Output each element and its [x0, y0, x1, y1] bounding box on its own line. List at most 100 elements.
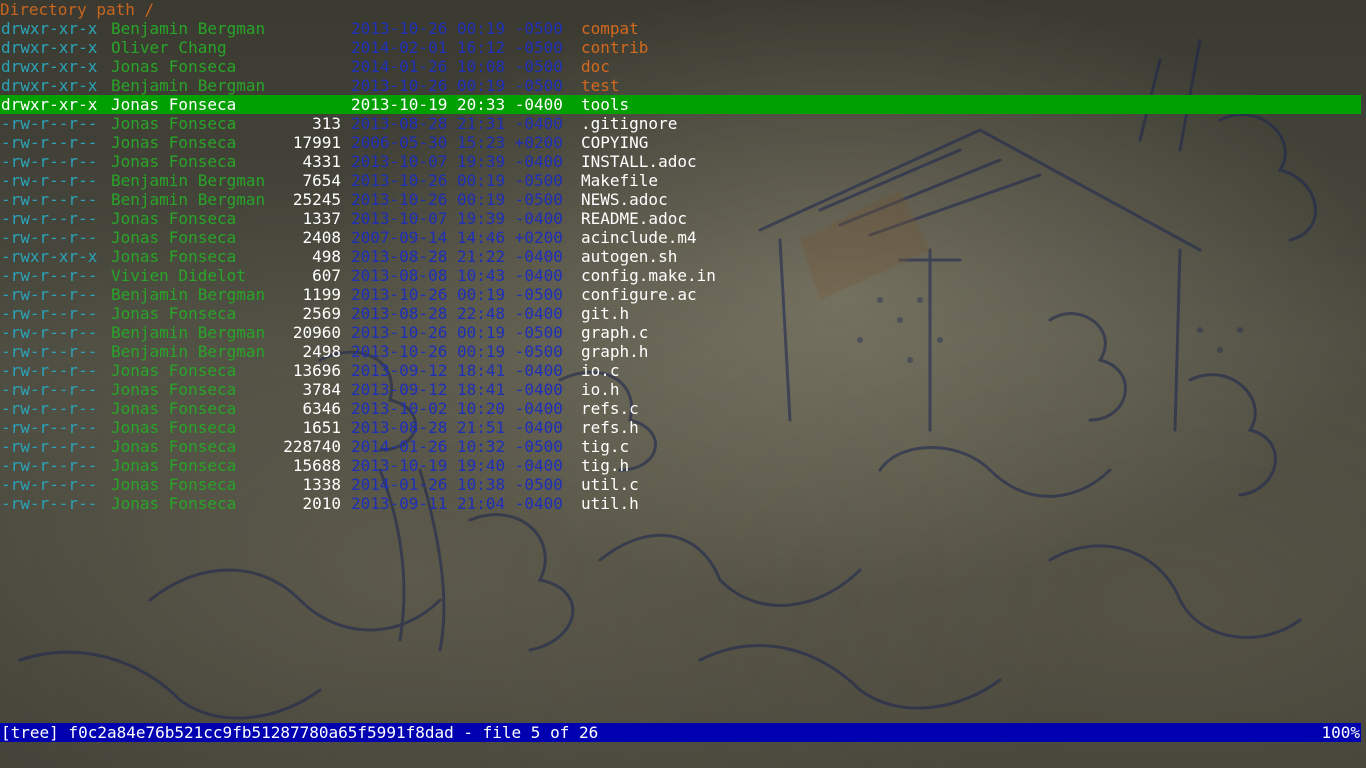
file-name: refs.h [581, 418, 639, 437]
file-author: Oliver Chang [111, 38, 227, 57]
file-date: 2014-01-26 10:08 -0500 [351, 57, 563, 76]
file-mode: -rw-r--r-- [1, 380, 98, 399]
tree-entry-row[interactable]: drwxr-xr-x Benjamin Bergman 2013-10-26 00:… [0, 19, 1361, 38]
file-author: Jonas Fonseca [111, 304, 237, 323]
file-name: io.c [581, 361, 620, 380]
file-name: Makefile [581, 171, 659, 190]
tree-entry-row[interactable]: drwxr-xr-x Jonas Fonseca 2014-01-26 10:08 … [0, 57, 1361, 76]
tree-entry-row[interactable]: -rw-r--r-- Jonas Fonseca 3784 2013-09-12 18… [0, 380, 1361, 399]
file-date: 2013-10-26 00:19 -0500 [351, 190, 563, 209]
file-name: test [581, 76, 620, 95]
file-author: Jonas Fonseca [111, 247, 237, 266]
file-mode: -rw-r--r-- [1, 133, 98, 152]
file-name: autogen.sh [581, 247, 678, 266]
status-tree-info: [tree] f0c2a84e76b521cc9fb51287780a65f59… [1, 723, 599, 742]
tree-entry-row[interactable]: -rw-r--r-- Jonas Fonseca 2569 2013-08-28 22… [0, 304, 1361, 323]
file-author: Jonas Fonseca [111, 95, 237, 114]
file-size: 2569 [302, 304, 341, 323]
file-date: 2013-10-26 00:19 -0500 [351, 171, 563, 190]
file-date: 2013-10-07 19:39 -0400 [351, 209, 563, 228]
tree-entry-row[interactable]: -rw-r--r-- Jonas Fonseca 13696 2013-09-12 1… [0, 361, 1361, 380]
file-date: 2013-10-26 00:19 -0500 [351, 76, 563, 95]
file-name: util.c [581, 475, 639, 494]
file-author: Jonas Fonseca [111, 456, 237, 475]
file-date: 2006-05-30 15:23 +0200 [351, 133, 563, 152]
file-name: doc [581, 57, 610, 76]
status-percent: 100% [1321, 723, 1360, 742]
tree-entry-row[interactable]: -rw-r--r-- Benjamin Bergman 7654 2013-10-26… [0, 171, 1361, 190]
tree-entry-row[interactable]: -rw-r--r-- Benjamin Bergman 25245 2013-10-2… [0, 190, 1361, 209]
tree-entry-row[interactable]: drwxr-xr-x Jonas Fonseca 2013-10-19 20:33 … [0, 95, 1361, 114]
file-mode: -rw-r--r-- [1, 494, 98, 513]
file-author: Jonas Fonseca [111, 133, 237, 152]
file-date: 2013-10-26 00:19 -0500 [351, 19, 563, 38]
file-name: NEWS.adoc [581, 190, 668, 209]
file-date: 2013-09-12 18:41 -0400 [351, 380, 563, 399]
file-author: Jonas Fonseca [111, 437, 237, 456]
file-name: contrib [581, 38, 649, 57]
file-mode: -rw-r--r-- [1, 152, 98, 171]
file-date: 2013-08-28 22:48 -0400 [351, 304, 563, 323]
file-name: acinclude.m4 [581, 228, 697, 247]
file-date: 2013-10-07 19:39 -0400 [351, 152, 563, 171]
file-date: 2013-10-02 10:20 -0400 [351, 399, 563, 418]
file-mode: drwxr-xr-x [1, 38, 98, 57]
tree-entry-row[interactable]: -rwxr-xr-x Jonas Fonseca 498 2013-08-28 21:… [0, 247, 1361, 266]
tree-entry-row[interactable]: drwxr-xr-x Oliver Chang 2014-02-01 16:12 -… [0, 38, 1361, 57]
file-date: 2013-10-26 00:19 -0500 [351, 285, 563, 304]
file-author: Jonas Fonseca [111, 418, 237, 437]
file-name: tig.c [581, 437, 630, 456]
file-size: 7654 [302, 171, 341, 190]
tree-entry-row[interactable]: -rw-r--r-- Jonas Fonseca 17991 2006-05-30 1… [0, 133, 1361, 152]
file-author: Jonas Fonseca [111, 228, 237, 247]
tree-entry-row[interactable]: -rw-r--r-- Jonas Fonseca 2408 2007-09-14 14… [0, 228, 1361, 247]
file-mode: -rw-r--r-- [1, 171, 98, 190]
tree-entry-row[interactable]: -rw-r--r-- Jonas Fonseca 6346 2013-10-02 10… [0, 399, 1361, 418]
tree-entry-row[interactable]: -rw-r--r-- Benjamin Bergman 20960 2013-10-2… [0, 323, 1361, 342]
file-date: 2013-08-28 21:22 -0400 [351, 247, 563, 266]
tree-entry-row[interactable]: -rw-r--r-- Benjamin Bergman 2498 2013-10-26… [0, 342, 1361, 361]
file-mode: drwxr-xr-x [1, 57, 98, 76]
tree-entry-row[interactable]: -rw-r--r-- Jonas Fonseca 1651 2013-08-28 21… [0, 418, 1361, 437]
tree-entry-row[interactable]: -rw-r--r-- Jonas Fonseca 1337 2013-10-07 19… [0, 209, 1361, 228]
file-author: Benjamin Bergman [111, 190, 266, 209]
file-size: 3784 [302, 380, 341, 399]
tree-entry-row[interactable]: -rw-r--r-- Benjamin Bergman 1199 2013-10-26… [0, 285, 1361, 304]
file-size: 2498 [302, 342, 341, 361]
tree-entry-row[interactable]: -rw-r--r-- Jonas Fonseca 228740 2014-01-26 … [0, 437, 1361, 456]
file-date: 2014-02-01 16:12 -0500 [351, 38, 563, 57]
file-mode: -rw-r--r-- [1, 190, 98, 209]
file-date: 2013-08-08 10:43 -0400 [351, 266, 563, 285]
file-size: 20960 [292, 323, 341, 342]
file-author: Benjamin Bergman [111, 76, 266, 95]
file-name: configure.ac [581, 285, 697, 304]
file-date: 2013-10-19 20:33 -0400 [351, 95, 563, 114]
tree-entry-row[interactable]: -rw-r--r-- Jonas Fonseca 313 2013-08-28 21:… [0, 114, 1361, 133]
file-name: refs.c [581, 399, 639, 418]
file-mode: -rw-r--r-- [1, 361, 98, 380]
tree-entry-row[interactable]: -rw-r--r-- Jonas Fonseca 2010 2013-09-11 21… [0, 494, 1361, 513]
tree-entry-row[interactable]: -rw-r--r-- Vivien Didelot 607 2013-08-08 10… [0, 266, 1361, 285]
file-date: 2013-10-26 00:19 -0500 [351, 342, 563, 361]
file-mode: drwxr-xr-x [1, 19, 98, 38]
file-name: compat [581, 19, 639, 38]
file-mode: -rw-r--r-- [1, 437, 98, 456]
file-size: 1337 [302, 209, 341, 228]
file-size: 2010 [302, 494, 341, 513]
tree-entry-row[interactable]: -rw-r--r-- Jonas Fonseca 15688 2013-10-19 1… [0, 456, 1361, 475]
file-author: Benjamin Bergman [111, 285, 266, 304]
file-date: 2013-09-12 18:41 -0400 [351, 361, 563, 380]
tree-entry-row[interactable]: drwxr-xr-x Benjamin Bergman 2013-10-26 00:… [0, 76, 1361, 95]
file-mode: -rw-r--r-- [1, 475, 98, 494]
tree-entry-row[interactable]: -rw-r--r-- Jonas Fonseca 4331 2013-10-07 19… [0, 152, 1361, 171]
file-name: INSTALL.adoc [581, 152, 697, 171]
file-author: Jonas Fonseca [111, 361, 237, 380]
file-date: 2013-10-26 00:19 -0500 [351, 323, 563, 342]
file-name: io.h [581, 380, 620, 399]
file-name: tools [581, 95, 630, 114]
file-author: Jonas Fonseca [111, 475, 237, 494]
file-author: Benjamin Bergman [111, 342, 266, 361]
status-bar: [tree] f0c2a84e76b521cc9fb51287780a65f59… [0, 723, 1361, 742]
file-size: 313 [312, 114, 341, 133]
tree-entry-row[interactable]: -rw-r--r-- Jonas Fonseca 1338 2014-01-26 10… [0, 475, 1361, 494]
